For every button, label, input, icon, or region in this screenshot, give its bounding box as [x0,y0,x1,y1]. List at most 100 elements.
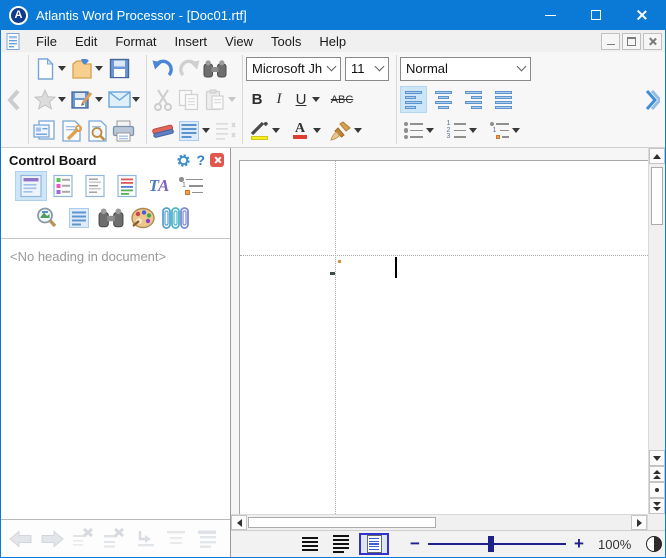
colors-pane-button[interactable] [127,203,159,233]
lists-pane-button[interactable]: 1 [175,171,207,201]
scroll-right-button[interactable] [631,515,647,530]
dropdown-arrow-icon[interactable] [426,128,434,133]
paragraph-button[interactable] [176,117,202,145]
dropdown-arrow-icon[interactable] [512,128,520,133]
previous-page-button[interactable] [649,466,665,482]
document-icon[interactable] [6,33,21,50]
properties-button[interactable] [32,117,58,145]
highlighter-button[interactable] [246,117,272,145]
close-button[interactable] [619,0,665,30]
zoom-pane-button[interactable] [31,203,63,233]
online-view-button[interactable] [328,533,354,555]
dropdown-arrow-icon[interactable] [354,128,362,133]
scroll-left-button[interactable] [231,515,247,530]
search-pane-button[interactable] [95,203,127,233]
cut-button[interactable] [150,86,176,114]
mdi-minimize-button[interactable] [601,33,620,50]
dropdown-arrow-icon[interactable] [95,97,103,102]
sections-pane-button[interactable] [79,171,111,201]
save-button[interactable] [106,55,132,83]
multilevel-list-button[interactable]: 1 [486,117,512,145]
formatting-pane-button[interactable] [111,171,143,201]
open-button[interactable] [69,55,95,83]
styles-pane-button[interactable] [47,171,79,201]
dropdown-arrow-icon[interactable] [469,128,477,133]
next-page-button[interactable] [649,498,665,514]
dropdown-arrow-icon[interactable] [58,97,66,102]
dropdown-arrow-icon[interactable] [228,97,236,102]
heading-list-button[interactable] [162,525,189,553]
menu-view[interactable]: View [216,30,262,52]
align-right-button[interactable] [460,86,487,113]
paste-button[interactable] [202,86,228,114]
favorites-button[interactable] [32,86,58,114]
italic-button[interactable]: I [268,87,290,113]
mdi-restore-button[interactable] [622,33,641,50]
bullet-list-button[interactable] [400,117,426,145]
eraser-button[interactable] [150,117,176,145]
dropdown-arrow-icon[interactable] [58,66,66,71]
menu-format[interactable]: Format [106,30,165,52]
document-page[interactable] [239,160,648,514]
menu-edit[interactable]: Edit [66,30,106,52]
scroll-up-button[interactable] [649,148,665,164]
help-button[interactable]: ? [196,152,205,168]
vertical-scrollbar[interactable] [648,148,665,514]
font-color-button[interactable]: A [287,117,313,145]
zoom-in-button[interactable]: + [570,534,588,554]
email-button[interactable] [106,86,132,114]
dropdown-arrow-icon[interactable] [313,128,321,133]
justify-button[interactable] [490,86,517,113]
scroll-down-button[interactable] [649,450,665,466]
paragraph-pane-button[interactable] [63,203,95,233]
underline-button[interactable]: U [290,87,312,113]
gear-icon[interactable] [176,153,191,168]
zoom-slider-thumb[interactable] [488,536,494,552]
align-center-button[interactable] [430,86,457,113]
horizontal-scroll-thumb[interactable] [248,517,436,528]
delete-heading-button[interactable] [69,525,96,553]
format-styles-button[interactable] [213,117,239,145]
minimize-button[interactable] [527,0,573,30]
menu-insert[interactable]: Insert [166,30,217,52]
dropdown-arrow-icon[interactable] [312,97,320,102]
fonts-pane-button[interactable]: TA [143,171,175,201]
navigate-forward-button[interactable] [38,525,65,553]
numbered-list-button[interactable]: 1 2 3 [443,117,469,145]
document-view[interactable] [231,148,648,514]
save-as-button[interactable] [69,86,95,114]
menu-help[interactable]: Help [310,30,355,52]
control-board-close-button[interactable] [210,153,224,167]
print-preview-button[interactable] [84,117,110,145]
draft-view-button[interactable] [297,533,323,555]
menu-file[interactable]: File [27,30,66,52]
dropdown-arrow-icon[interactable] [95,66,103,71]
new-document-button[interactable] [32,55,58,83]
headings-pane-button[interactable] [15,171,47,201]
font-name-combo[interactable]: Microsoft Jh [246,57,341,81]
dropdown-arrow-icon[interactable] [272,128,280,133]
demote-heading-button[interactable] [131,525,158,553]
navigate-back-button[interactable] [7,525,34,553]
redo-button[interactable] [176,55,202,83]
select-browse-object-button[interactable] [649,482,665,498]
dropdown-arrow-icon[interactable] [132,97,140,102]
copy-button[interactable] [176,86,202,114]
undo-button[interactable] [150,55,176,83]
maximize-button[interactable] [573,0,619,30]
find-button[interactable] [202,55,228,83]
zoom-out-button[interactable]: − [406,534,424,554]
toolbar-prev-button[interactable] [1,52,27,147]
style-combo[interactable]: Normal [400,57,531,81]
dropdown-arrow-icon[interactable] [202,128,210,133]
align-left-button[interactable] [400,86,427,113]
heading-list-filled-button[interactable] [193,525,220,553]
toolbar-next-button[interactable] [639,52,665,147]
bold-button[interactable]: B [246,87,268,113]
zoom-slider[interactable] [428,543,566,545]
vertical-scroll-thumb[interactable] [651,167,663,225]
print-button[interactable] [110,117,136,145]
contrast-icon[interactable] [646,536,662,552]
delete-subheadings-button[interactable] [100,525,127,553]
format-painter-button[interactable] [328,117,354,145]
